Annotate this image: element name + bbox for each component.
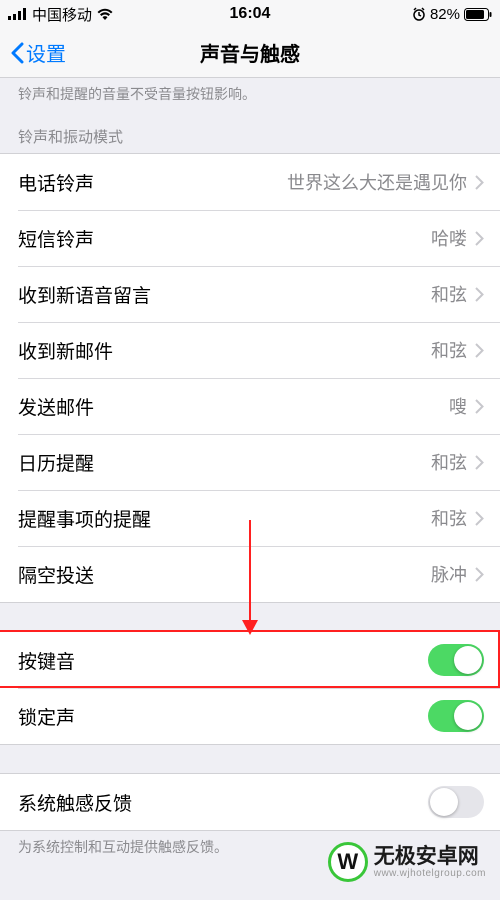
chevron-left-icon (10, 42, 24, 64)
row-voicemail[interactable]: 收到新语音留言 和弦 (0, 266, 500, 322)
status-time: 16:04 (169, 5, 330, 23)
haptic-footer: 为系统控制和互动提供触感反馈。 (0, 831, 500, 869)
carrier-label: 中国移动 (32, 4, 92, 25)
status-left: 中国移动 (8, 4, 169, 25)
row-calendar[interactable]: 日历提醒 和弦 (0, 434, 500, 490)
cell-label: 电话铃声 (18, 169, 287, 196)
alarm-icon (412, 7, 426, 21)
cell-value: 世界这么大还是遇见你 (287, 169, 467, 195)
cell-label: 收到新语音留言 (18, 281, 431, 308)
cell-value: 脉冲 (431, 561, 467, 587)
chevron-right-icon (475, 567, 484, 582)
cell-label: 提醒事项的提醒 (18, 505, 431, 532)
nav-bar: 设置 声音与触感 (0, 28, 500, 78)
switches-group: 按键音 锁定声 (0, 631, 500, 745)
cell-value: 和弦 (431, 449, 467, 475)
battery-percent: 82% (430, 6, 460, 23)
header-note: 铃声和提醒的音量不受音量按钮影响。 (0, 78, 500, 114)
chevron-right-icon (475, 175, 484, 190)
sounds-group: 电话铃声 世界这么大还是遇见你 短信铃声 哈喽 收到新语音留言 和弦 收到新邮件… (0, 153, 500, 603)
cell-value: 嗖 (449, 393, 467, 419)
cell-label: 锁定声 (18, 703, 428, 730)
haptic-switch[interactable] (428, 786, 484, 818)
row-ringtone[interactable]: 电话铃声 世界这么大还是遇见你 (0, 154, 500, 210)
cell-value: 哈喽 (431, 225, 467, 251)
chevron-right-icon (475, 231, 484, 246)
row-text-tone[interactable]: 短信铃声 哈喽 (0, 210, 500, 266)
chevron-right-icon (475, 399, 484, 414)
cell-value: 和弦 (431, 337, 467, 363)
haptic-group: 系统触感反馈 (0, 773, 500, 831)
chevron-right-icon (475, 343, 484, 358)
watermark-url: www.wjhotelgroup.com (374, 868, 486, 879)
row-lock-sound: 锁定声 (0, 688, 500, 744)
battery-icon (464, 8, 492, 21)
row-haptic: 系统触感反馈 (0, 774, 500, 830)
cell-label: 系统触感反馈 (18, 789, 428, 816)
chevron-right-icon (475, 511, 484, 526)
row-new-mail[interactable]: 收到新邮件 和弦 (0, 322, 500, 378)
cell-label: 按键音 (18, 647, 428, 674)
chevron-right-icon (475, 455, 484, 470)
back-label: 设置 (26, 38, 66, 67)
cell-label: 短信铃声 (18, 225, 431, 252)
lock-sound-switch[interactable] (428, 700, 484, 732)
cell-label: 发送邮件 (18, 393, 449, 420)
wifi-icon (96, 8, 114, 21)
section-header-sounds: 铃声和振动模式 (0, 114, 500, 153)
signal-icon (8, 8, 28, 20)
row-keyboard-clicks: 按键音 (0, 632, 500, 688)
chevron-right-icon (475, 287, 484, 302)
row-sent-mail[interactable]: 发送邮件 嗖 (0, 378, 500, 434)
row-reminders[interactable]: 提醒事项的提醒 和弦 (0, 490, 500, 546)
page-title: 声音与触感 (200, 38, 300, 67)
status-bar: 中国移动 16:04 82% (0, 0, 500, 28)
back-button[interactable]: 设置 (10, 38, 66, 67)
cell-value: 和弦 (431, 505, 467, 531)
row-airdrop[interactable]: 隔空投送 脉冲 (0, 546, 500, 602)
cell-value: 和弦 (431, 281, 467, 307)
keyboard-clicks-switch[interactable] (428, 644, 484, 676)
cell-label: 收到新邮件 (18, 337, 431, 364)
cell-label: 日历提醒 (18, 449, 431, 476)
status-right: 82% (331, 6, 492, 23)
cell-label: 隔空投送 (18, 561, 431, 588)
